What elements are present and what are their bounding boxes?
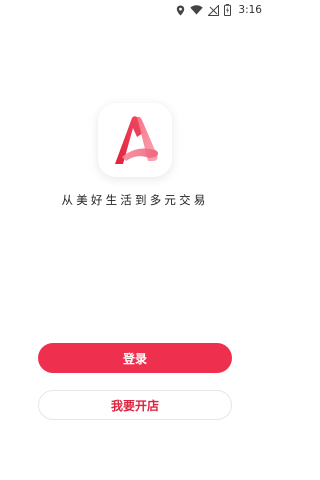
app-logo [98, 103, 172, 177]
app-slogan: 从美好生活到多元交易 [61, 193, 209, 207]
open-store-button[interactable]: 我要开店 [38, 390, 232, 420]
status-time: 3:16 [238, 4, 262, 16]
battery-icon [224, 4, 232, 16]
login-button[interactable]: 登录 [38, 343, 232, 373]
launch-screen: 3:16 从美好生活到多元交易 登录 我要开店 [0, 0, 270, 480]
wifi-icon [190, 5, 204, 15]
app-logo-letter-a-icon [115, 116, 159, 164]
status-bar: 3:16 [0, 0, 270, 20]
location-icon [176, 5, 185, 16]
signal-icon [208, 4, 220, 16]
